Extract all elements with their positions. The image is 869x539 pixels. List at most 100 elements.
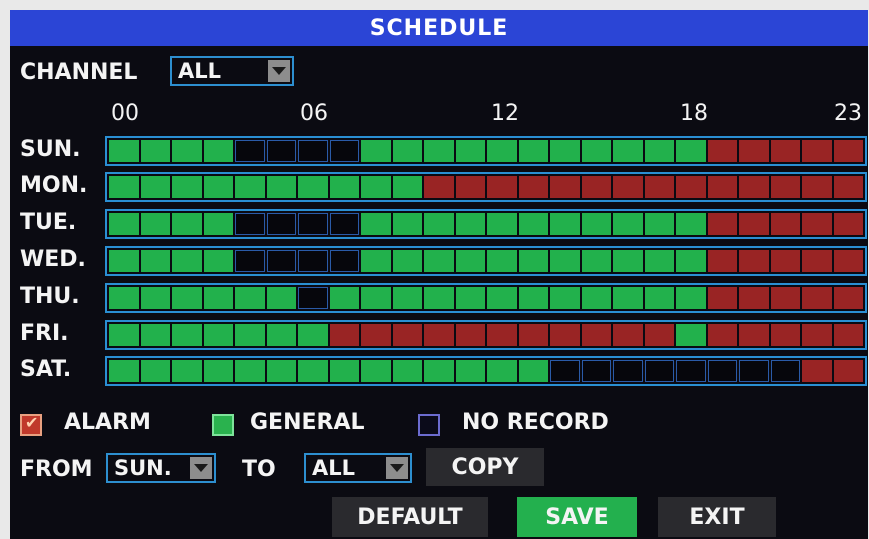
schedule-row-wed[interactable] <box>105 246 867 276</box>
schedule-cell-alarm[interactable] <box>802 176 832 198</box>
schedule-cell-alarm[interactable] <box>455 324 485 346</box>
schedule-cell-general[interactable] <box>361 360 391 382</box>
schedule-cell-no-record[interactable] <box>266 140 296 162</box>
schedule-cell-no-record[interactable] <box>676 360 706 382</box>
schedule-cell-general[interactable] <box>550 287 580 309</box>
schedule-cell-alarm[interactable] <box>707 250 737 272</box>
schedule-cell-general[interactable] <box>550 140 580 162</box>
schedule-cell-alarm[interactable] <box>707 213 737 235</box>
schedule-cell-general[interactable] <box>140 287 170 309</box>
schedule-cell-alarm[interactable] <box>518 176 548 198</box>
schedule-cell-general[interactable] <box>235 324 265 346</box>
schedule-cell-alarm[interactable] <box>361 324 391 346</box>
schedule-cell-general[interactable] <box>203 176 233 198</box>
schedule-cell-general[interactable] <box>203 287 233 309</box>
schedule-cell-general[interactable] <box>235 287 265 309</box>
schedule-cell-general[interactable] <box>140 140 170 162</box>
schedule-cell-general[interactable] <box>424 140 454 162</box>
schedule-cell-alarm[interactable] <box>833 324 863 346</box>
schedule-cell-alarm[interactable] <box>581 324 611 346</box>
schedule-cell-alarm[interactable] <box>802 250 832 272</box>
schedule-cell-general[interactable] <box>424 250 454 272</box>
schedule-cell-general[interactable] <box>455 140 485 162</box>
schedule-cell-general[interactable] <box>487 250 517 272</box>
schedule-cell-general[interactable] <box>518 140 548 162</box>
schedule-cell-alarm[interactable] <box>802 287 832 309</box>
schedule-cell-no-record[interactable] <box>550 360 580 382</box>
schedule-cell-general[interactable] <box>613 140 643 162</box>
schedule-cell-no-record[interactable] <box>770 360 800 382</box>
schedule-cell-alarm[interactable] <box>329 324 359 346</box>
schedule-cell-general[interactable] <box>644 250 674 272</box>
schedule-cell-no-record[interactable] <box>298 287 328 309</box>
schedule-cell-general[interactable] <box>392 250 422 272</box>
schedule-cell-general[interactable] <box>266 360 296 382</box>
schedule-cell-general[interactable] <box>613 287 643 309</box>
schedule-cell-general[interactable] <box>518 360 548 382</box>
schedule-cell-alarm[interactable] <box>833 140 863 162</box>
schedule-cell-alarm[interactable] <box>707 324 737 346</box>
schedule-cell-no-record[interactable] <box>644 360 674 382</box>
schedule-cell-general[interactable] <box>329 176 359 198</box>
schedule-cell-alarm[interactable] <box>833 176 863 198</box>
schedule-cell-alarm[interactable] <box>487 176 517 198</box>
schedule-cell-alarm[interactable] <box>707 176 737 198</box>
schedule-cell-general[interactable] <box>644 140 674 162</box>
schedule-cell-alarm[interactable] <box>676 176 706 198</box>
schedule-row-tue[interactable] <box>105 209 867 239</box>
schedule-cell-alarm[interactable] <box>550 324 580 346</box>
schedule-cell-alarm[interactable] <box>613 176 643 198</box>
schedule-cell-general[interactable] <box>550 213 580 235</box>
schedule-cell-no-record[interactable] <box>739 360 769 382</box>
schedule-cell-no-record[interactable] <box>298 250 328 272</box>
schedule-cell-no-record[interactable] <box>266 213 296 235</box>
schedule-row-fri[interactable] <box>105 320 867 350</box>
schedule-cell-no-record[interactable] <box>581 360 611 382</box>
schedule-cell-general[interactable] <box>581 250 611 272</box>
schedule-cell-alarm[interactable] <box>550 176 580 198</box>
schedule-cell-general[interactable] <box>109 360 139 382</box>
schedule-cell-general[interactable] <box>298 360 328 382</box>
schedule-cell-general[interactable] <box>676 250 706 272</box>
schedule-cell-general[interactable] <box>140 213 170 235</box>
schedule-cell-general[interactable] <box>172 250 202 272</box>
schedule-cell-general[interactable] <box>361 213 391 235</box>
schedule-cell-general[interactable] <box>424 360 454 382</box>
schedule-cell-alarm[interactable] <box>770 176 800 198</box>
schedule-cell-alarm[interactable] <box>833 250 863 272</box>
schedule-cell-alarm[interactable] <box>770 140 800 162</box>
schedule-row-sun[interactable] <box>105 136 867 166</box>
schedule-cell-alarm[interactable] <box>424 176 454 198</box>
schedule-cell-alarm[interactable] <box>770 213 800 235</box>
schedule-cell-no-record[interactable] <box>707 360 737 382</box>
schedule-cell-general[interactable] <box>676 140 706 162</box>
schedule-cell-alarm[interactable] <box>739 176 769 198</box>
schedule-cell-general[interactable] <box>518 250 548 272</box>
schedule-cell-general[interactable] <box>109 250 139 272</box>
channel-select[interactable]: ALL <box>170 56 294 86</box>
schedule-cell-general[interactable] <box>644 287 674 309</box>
schedule-cell-no-record[interactable] <box>266 250 296 272</box>
schedule-row-thu[interactable] <box>105 283 867 313</box>
schedule-cell-alarm[interactable] <box>739 213 769 235</box>
schedule-cell-general[interactable] <box>392 287 422 309</box>
schedule-cell-general[interactable] <box>172 213 202 235</box>
schedule-cell-general[interactable] <box>203 324 233 346</box>
schedule-cell-general[interactable] <box>203 250 233 272</box>
schedule-cell-general[interactable] <box>455 360 485 382</box>
schedule-cell-general[interactable] <box>298 324 328 346</box>
schedule-cell-alarm[interactable] <box>392 324 422 346</box>
schedule-cell-general[interactable] <box>361 287 391 309</box>
schedule-cell-general[interactable] <box>140 360 170 382</box>
schedule-cell-general[interactable] <box>676 213 706 235</box>
schedule-cell-general[interactable] <box>455 213 485 235</box>
schedule-cell-general[interactable] <box>329 287 359 309</box>
schedule-cell-general[interactable] <box>109 287 139 309</box>
schedule-cell-alarm[interactable] <box>802 324 832 346</box>
schedule-cell-general[interactable] <box>172 140 202 162</box>
schedule-cell-general[interactable] <box>392 360 422 382</box>
schedule-cell-no-record[interactable] <box>329 250 359 272</box>
exit-button[interactable]: EXIT <box>658 497 776 537</box>
schedule-cell-general[interactable] <box>140 250 170 272</box>
schedule-cell-alarm[interactable] <box>739 250 769 272</box>
